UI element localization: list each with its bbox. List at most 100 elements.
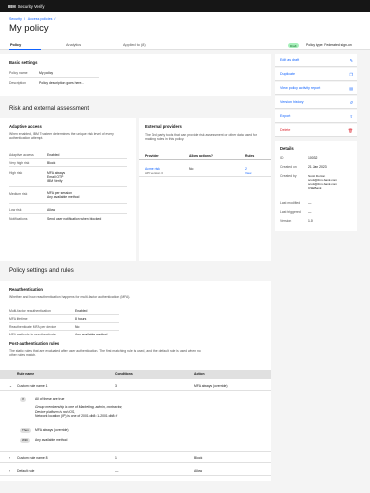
detail-value: Scott Dorton scott@ibm-bank.com scott@ib… (308, 174, 338, 190)
breadcrumb: Security / Access policies / (9, 17, 56, 21)
reauth-row-label: Multi-factor reauthentication (9, 309, 51, 313)
trash-icon: 🗑 (347, 128, 353, 133)
adaptive-row-label: Low risk (9, 208, 22, 212)
adaptive-row-label: High risk (9, 171, 23, 175)
with-tag: With (20, 438, 30, 443)
rule-action: Allow (194, 469, 203, 473)
detail-value: — (308, 201, 312, 205)
detail-label: Version (280, 219, 292, 223)
column-action: Action (194, 372, 205, 376)
rule-name: Default rule (17, 469, 35, 473)
table-row[interactable]: › Custom rule name 8 1 Block (0, 453, 271, 463)
provider-view-link[interactable]: View (245, 171, 251, 175)
adaptive-row-label: Very high risk (9, 161, 30, 165)
column-provider: Provider (145, 154, 159, 158)
table-row[interactable]: › Default rule — Allow (0, 466, 271, 476)
export-icon: ⇪ (349, 114, 353, 119)
breadcrumb-item[interactable]: Access policies (28, 17, 53, 21)
adaptive-row-value: Enabled (47, 153, 60, 157)
external-heading: External providers (145, 124, 182, 129)
adaptive-description: When enabled, IBM Trusteer determines th… (9, 132, 114, 141)
rule-conditions: 1 (115, 456, 117, 460)
post-auth-description: The static rules that are evaluated afte… (9, 349, 201, 358)
with-value: Any available method (35, 438, 68, 442)
chevron-right-icon[interactable]: › (9, 466, 10, 476)
rule-action: MFA always (override) (194, 384, 228, 388)
reauth-heading: Reauthentication (9, 287, 43, 292)
delete-button[interactable]: Delete 🗑 (275, 124, 357, 137)
tab-applied-to[interactable]: Applied to (8) (123, 41, 146, 50)
policy-name-value: My policy (39, 71, 54, 75)
report-icon: ▤ (349, 86, 353, 91)
table-row[interactable]: ⌄ Custom rule name 1 3 MFA always (overr… (0, 381, 271, 391)
external-description: The 3rd party tools that can provide ris… (145, 133, 257, 142)
adaptive-row-value: Block (47, 161, 56, 165)
policy-type: Policy type: Federated sign-on (306, 43, 352, 48)
adaptive-row-label: Notifications (9, 217, 28, 221)
version-history-button[interactable]: Version history ↺ (275, 96, 357, 109)
provider-version: API version 3 (145, 171, 163, 175)
edit-icon: ✎ (349, 58, 353, 63)
details-heading: Details (280, 146, 294, 151)
reauth-row-value: No (75, 325, 80, 329)
tab-policy[interactable]: Policy (9, 41, 41, 50)
details-panel: Details ID 10032 Created on 21 Jan 2023 … (275, 141, 357, 231)
rules-table-header: Rule name Conditions Action (0, 370, 271, 379)
adaptive-row-value: Send user notification when blocked (47, 217, 102, 221)
adaptive-row-label: Medium risk (9, 192, 28, 196)
breadcrumb-item[interactable]: Security (9, 17, 22, 21)
condition-line: Device platform is not iOS, (35, 409, 76, 414)
rule-name: Custom rule name 8 (17, 456, 48, 460)
column-rule-name: Rule name (17, 372, 35, 376)
tab-analytics[interactable]: Analytics (66, 41, 81, 50)
reauthentication-panel: Reauthentication Whether and how reauthe… (0, 281, 271, 339)
page-title: My policy (9, 23, 49, 34)
policy-name-label: Policy name (9, 71, 28, 75)
policy-settings-title: Policy settings and rules (9, 268, 74, 274)
product-name: Security Verify (17, 3, 45, 9)
view-activity-report-button[interactable]: View policy activity report ▤ (275, 82, 357, 95)
if-tag: If (20, 397, 26, 402)
rule-name: Custom rule name 1 (17, 384, 48, 388)
description-label: Description (9, 81, 26, 85)
export-button[interactable]: Export ⇪ (275, 110, 357, 123)
basic-settings-heading: Basic settings (9, 60, 38, 65)
detail-label: Created by (280, 174, 297, 178)
detail-label: Created on (280, 165, 297, 169)
reauth-row-label: Reauthenticate MFA per device (9, 325, 57, 329)
history-icon: ↺ (349, 100, 353, 105)
detail-label: Last modified (280, 201, 301, 205)
then-tag: Then (20, 428, 31, 433)
external-providers-panel: External providers The 3rd party tools t… (139, 118, 271, 261)
condition-line: Group membership is one of Marketing, ad… (35, 405, 123, 409)
adaptive-row-value: MFA always Email OTP IBM Verify (47, 171, 66, 184)
duplicate-button[interactable]: Duplicate ❐ (275, 68, 357, 81)
column-allow-actions: Allow actions? (189, 154, 213, 158)
copy-icon: ❐ (349, 72, 353, 77)
rule-action: Block (194, 456, 203, 460)
condition-line: All of these are true (35, 397, 65, 401)
detail-value: 21 Jan 2023 (308, 165, 327, 169)
adaptive-row-value: Allow (47, 208, 56, 212)
reauth-row-value: Enabled (75, 309, 88, 313)
adaptive-row-label: Adaptive access (9, 153, 34, 157)
detail-label: Last triggered (280, 210, 301, 214)
adaptive-heading: Adaptive access (9, 124, 42, 129)
edit-as-draft-button[interactable]: Edit as draft ✎ (275, 54, 357, 67)
risk-section-title: Risk and external assessment (9, 106, 90, 112)
brand-name: IBM (8, 3, 16, 9)
detail-value: 10032 (308, 156, 318, 160)
detail-value: — (308, 210, 312, 214)
description-value: Policy description goes here... (39, 81, 85, 85)
chevron-right-icon[interactable]: › (9, 453, 10, 463)
status-badge: Draft (288, 43, 299, 48)
then-value: MFA always (override) (35, 428, 69, 432)
detail-value: 1.0 (308, 219, 313, 223)
adaptive-access-panel: Adaptive access When enabled, IBM Truste… (0, 118, 136, 261)
column-rules: Rules (245, 154, 255, 158)
chevron-down-icon[interactable]: ⌄ (9, 381, 12, 391)
rule-conditions: 3 (115, 384, 117, 388)
reauth-row-value: 8 hours (75, 317, 87, 321)
post-auth-heading: Post-authentication rules (9, 341, 60, 346)
adaptive-row-value: MFA per session Any available method (47, 191, 80, 200)
